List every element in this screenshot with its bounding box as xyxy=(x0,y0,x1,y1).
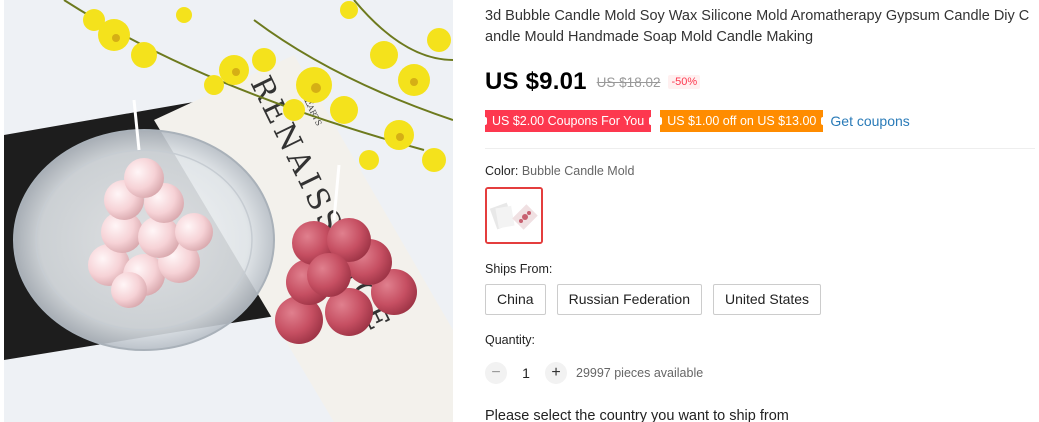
ships-from-label: Ships From: xyxy=(485,262,553,276)
decrease-quantity-button[interactable]: − xyxy=(485,362,507,384)
color-swatch-bubble-candle-mold[interactable] xyxy=(485,187,543,244)
pieces-available: 29997 pieces available xyxy=(576,366,704,380)
product-photo: RENAISSANCE THE ARTS xyxy=(4,0,453,422)
ship-option-russian-federation[interactable]: Russian Federation xyxy=(556,284,702,315)
quantity-stepper: − 1 + 29997 pieces available xyxy=(485,362,703,384)
original-price: US $18.02 xyxy=(596,74,661,90)
ship-option-united-states[interactable]: United States xyxy=(713,284,822,315)
ship-from-options: China Russian Federation United States xyxy=(485,284,832,315)
coupon-store[interactable]: US $2.00 Coupons For You xyxy=(482,110,654,132)
coupon-select[interactable]: US $1.00 off on US $13.00 xyxy=(658,110,826,132)
current-price: US $9.01 xyxy=(485,68,587,95)
ship-option-china[interactable]: China xyxy=(485,284,546,315)
ship-from-note: Please select the country you want to sh… xyxy=(485,408,789,422)
product-title: 3d Bubble Candle Mold Soy Wax Silicone M… xyxy=(485,8,1030,45)
coupon-row: US $2.00 Coupons For You US $1.00 off on… xyxy=(482,110,910,132)
candle-mold-thumbnail-icon xyxy=(487,189,541,242)
product-image[interactable]: RENAISSANCE THE ARTS xyxy=(4,0,453,422)
divider xyxy=(485,148,1035,149)
discount-badge: -50% xyxy=(668,75,701,89)
price-row: US $9.01 US $18.02 -50% xyxy=(485,68,701,96)
get-coupons-link[interactable]: Get coupons xyxy=(830,113,909,129)
color-value: Bubble Candle Mold xyxy=(521,164,635,178)
increase-quantity-button[interactable]: + xyxy=(545,362,567,384)
quantity-label: Quantity: xyxy=(485,333,536,347)
color-label: Color: Bubble Candle Mold xyxy=(485,164,635,178)
product-info: 3d Bubble Candle Mold Soy Wax Silicone M… xyxy=(482,0,1039,422)
quantity-input[interactable]: 1 xyxy=(507,365,545,381)
